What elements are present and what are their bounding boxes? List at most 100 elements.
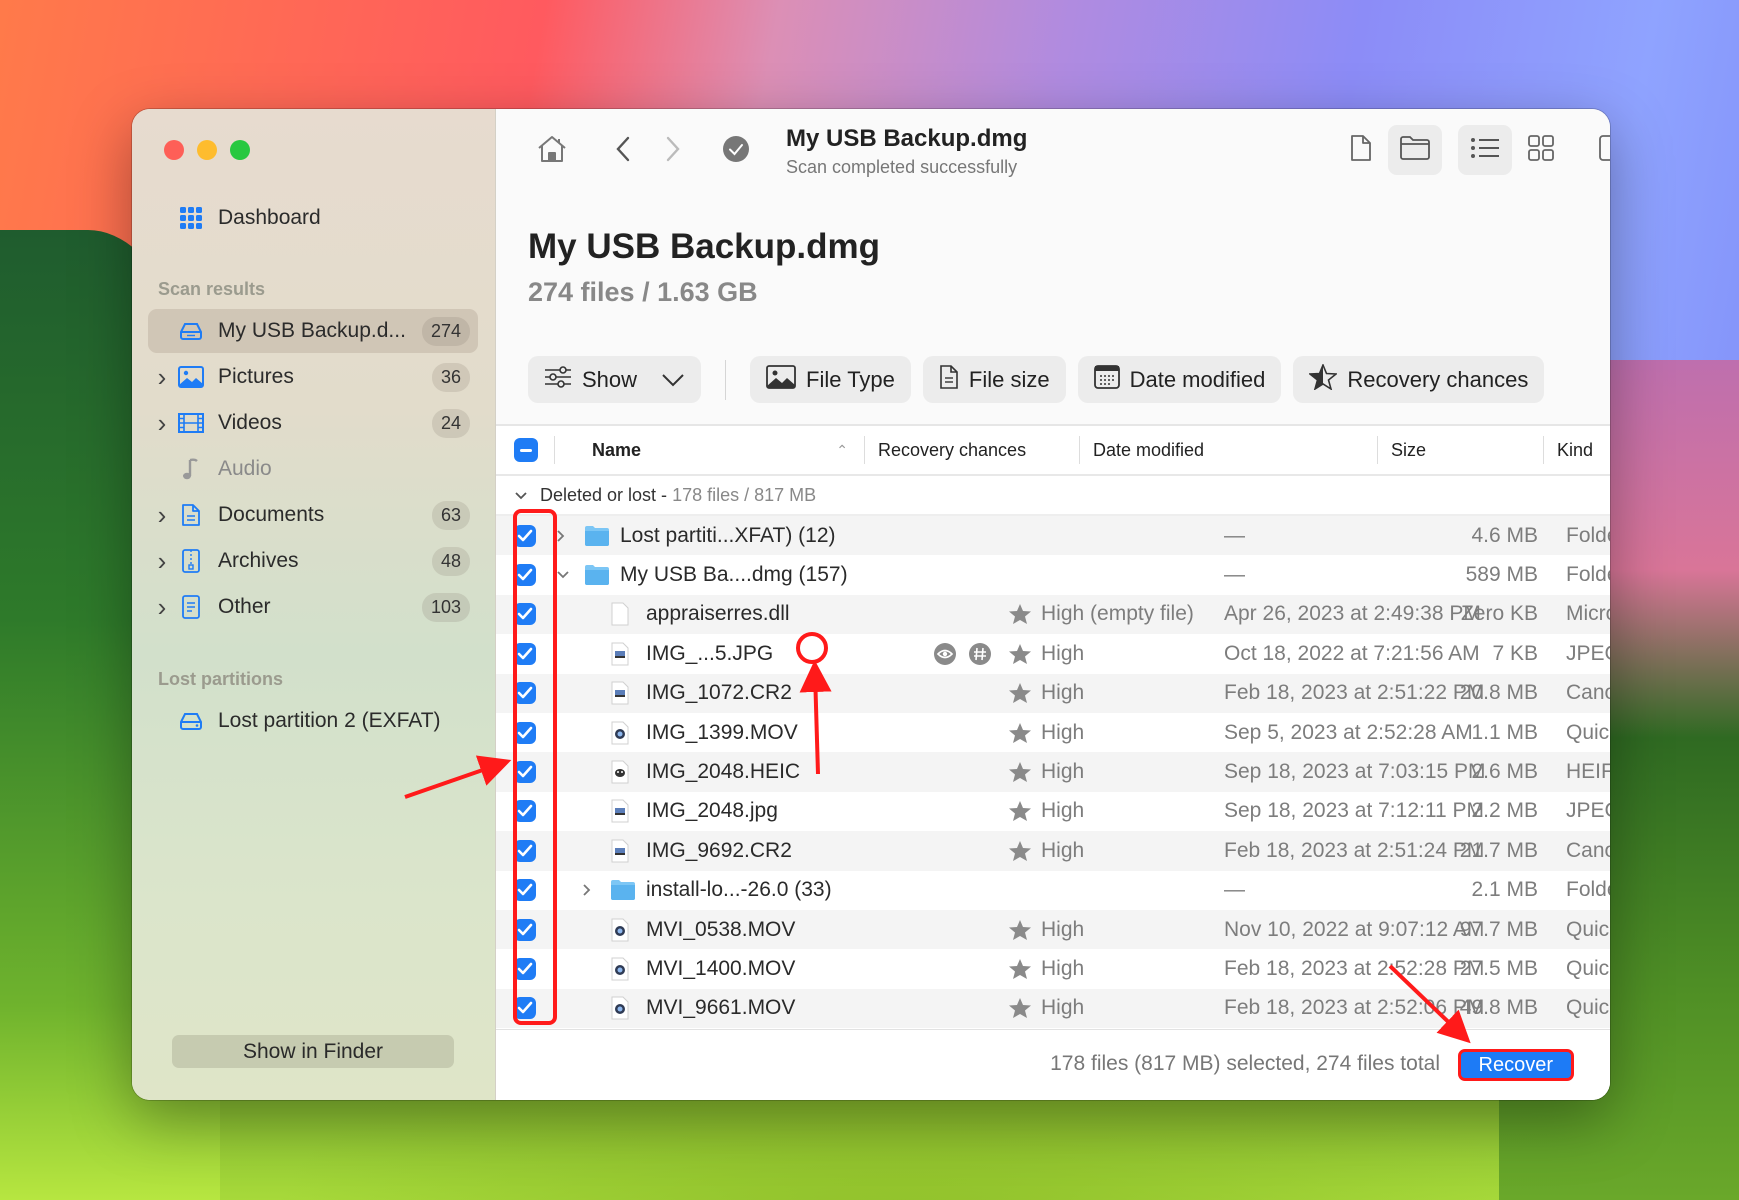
back-icon[interactable]	[608, 131, 638, 167]
row-checkbox[interactable]	[514, 871, 536, 910]
star-icon	[1008, 989, 1032, 1028]
folder-icon	[584, 555, 610, 594]
table-row[interactable]: My USB Ba....dmg (157) — 589 MB Folde	[496, 555, 1610, 594]
chevron-right-icon[interactable]: ›	[148, 546, 176, 577]
row-checkbox[interactable]	[514, 752, 536, 791]
row-checkbox[interactable]	[514, 910, 536, 949]
row-checkbox[interactable]	[514, 949, 536, 988]
file-kind: JPEG	[1566, 799, 1610, 823]
select-all-checkbox[interactable]	[514, 426, 538, 474]
table-row[interactable]: IMG_9692.CR2 High Feb 18, 2023 at 2:51:24 …	[496, 831, 1610, 871]
group-label: Deleted or lost -	[540, 484, 673, 505]
preview-eye-button[interactable]	[933, 634, 957, 673]
sidebar-item-pictures[interactable]: › Pictures 36	[148, 355, 478, 399]
file-kind: Quick	[1566, 720, 1610, 744]
column-header-size[interactable]: Size	[1377, 426, 1543, 474]
file-table: Name ⌃ Recovery chances Date modified Si…	[496, 424, 1610, 1030]
table-row[interactable]: Lost partiti...XFAT) (12) — 4.6 MB Folde	[496, 516, 1610, 556]
sidebar-item-my-usb-backup-d[interactable]: My USB Backup.d... 274	[148, 309, 478, 353]
recovery-chances-filter[interactable]: Recovery chances	[1293, 356, 1545, 403]
chevron-down-icon[interactable]	[556, 555, 570, 594]
table-row[interactable]: IMG_1399.MOV High Sep 5, 2023 at 2:52:28 A…	[496, 713, 1610, 752]
list-view-button[interactable]	[1458, 125, 1512, 175]
row-checkbox[interactable]	[514, 713, 536, 752]
sidebar-item-videos[interactable]: › Videos 24	[148, 401, 478, 445]
chevron-right-icon[interactable]	[582, 871, 592, 910]
sidebar-item-lost-partition[interactable]: Lost partition 2 (EXFAT)	[148, 699, 478, 743]
file-kind: Folde	[1566, 523, 1610, 547]
folder-icon	[610, 871, 636, 910]
music-note-icon	[176, 457, 206, 481]
drive-icon	[176, 709, 206, 733]
filter-divider	[725, 359, 727, 400]
date-modified-label: Date modified	[1129, 366, 1266, 392]
chevron-right-icon[interactable]: ›	[148, 362, 176, 393]
sort-ascending-icon: ⌃	[836, 441, 848, 458]
chevron-right-icon[interactable]: ›	[148, 592, 176, 623]
date-modified: Feb 18, 2023 at 2:52:06 PM	[1224, 996, 1485, 1020]
minimize-window-button[interactable]	[197, 140, 217, 160]
row-checkbox[interactable]	[514, 595, 536, 634]
file-kind: JPEG	[1566, 641, 1610, 665]
forward-icon[interactable]	[658, 131, 688, 167]
file-name: MVI_1400.MOV	[646, 956, 796, 980]
table-row[interactable]: IMG_1072.CR2 High Feb 18, 2023 at 2:51:22 …	[496, 673, 1610, 713]
column-header-kind[interactable]: Kind	[1543, 426, 1610, 474]
date-modified: Feb 18, 2023 at 2:51:24 PM	[1224, 838, 1485, 862]
table-row[interactable]: IMG_2048.HEIC High Sep 18, 2023 at 7:03:15…	[496, 752, 1610, 792]
table-row[interactable]: IMG_2048.jpg High Sep 18, 2023 at 7:12:11 …	[496, 792, 1610, 831]
row-checkbox[interactable]	[514, 989, 536, 1028]
file-type-filter[interactable]: File Type	[750, 356, 911, 403]
table-header: Name ⌃ Recovery chances Date modified Si…	[496, 426, 1610, 476]
show-in-finder-button[interactable]: Show in Finder	[172, 1035, 454, 1068]
group-header-deleted-or-lost[interactable]: Deleted or lost - 178 files / 817 MB	[496, 476, 1610, 516]
chevron-right-icon[interactable]: ›	[148, 408, 176, 439]
sidebar-item-label: Lost partition 2 (EXFAT)	[218, 709, 441, 732]
date-modified-filter[interactable]: Date modified	[1077, 356, 1282, 403]
chevron-right-icon[interactable]: ›	[148, 500, 176, 531]
table-row[interactable]: IMG_...5.JPG High Oct 18, 2022 at 7:21:56 …	[496, 634, 1610, 673]
table-row[interactable]: MVI_1400.MOV High Feb 18, 2023 at 2:52:28 …	[496, 949, 1610, 988]
file-kind: Folde	[1566, 878, 1610, 902]
page-subtitle: 274 files / 1.63 GB	[528, 277, 758, 307]
sidebar-item-documents[interactable]: › Documents 63	[148, 493, 478, 537]
chevron-down-icon	[661, 367, 685, 393]
folder-view-button[interactable]	[1388, 125, 1442, 175]
sidebar-item-other[interactable]: › Other 103	[148, 585, 478, 629]
zoom-window-button[interactable]	[230, 140, 250, 160]
sidebar-item-dashboard[interactable]: Dashboard	[148, 196, 478, 240]
home-icon[interactable]	[534, 131, 570, 167]
recover-button[interactable]: Recover	[1457, 1049, 1574, 1081]
other-file-icon	[176, 595, 206, 619]
table-row[interactable]: MVI_9661.MOV High Feb 18, 2023 at 2:52:06 …	[496, 988, 1610, 1029]
column-header-recovery-chances[interactable]: Recovery chances	[864, 426, 1079, 474]
row-checkbox[interactable]	[514, 634, 536, 673]
chevron-right-icon[interactable]	[556, 516, 566, 555]
column-header-name[interactable]: Name ⌃	[554, 426, 864, 474]
preview-panel-button[interactable]	[1588, 125, 1610, 175]
row-checkbox[interactable]	[514, 831, 536, 870]
hash-button[interactable]	[968, 634, 992, 673]
column-header-date-modified[interactable]: Date modified	[1079, 426, 1377, 474]
row-checkbox[interactable]	[514, 792, 536, 831]
file-kind: Micro	[1566, 602, 1610, 626]
close-window-button[interactable]	[164, 140, 184, 160]
file-kind: Folde	[1566, 563, 1610, 587]
lost-partitions-heading: Lost partitions	[158, 669, 283, 689]
row-checkbox[interactable]	[514, 516, 536, 555]
row-checkbox[interactable]	[514, 555, 536, 594]
table-row[interactable]: MVI_0538.MOV High Nov 10, 2022 at 9:07:12 …	[496, 909, 1610, 950]
sidebar-item-audio[interactable]: Audio	[148, 447, 478, 491]
date-modified: Sep 18, 2023 at 7:12:11 PM	[1224, 799, 1484, 823]
table-row[interactable]: appraiserres.dll High (empty file) Apr 26,…	[496, 594, 1610, 635]
grid-view-button[interactable]	[1514, 125, 1568, 175]
table-row[interactable]: install-lo...-26.0 (33) — 2.1 MB Folde	[496, 871, 1610, 910]
sidebar-item-archives[interactable]: › Archives 48	[148, 539, 478, 583]
show-filter-dropdown[interactable]: Show	[528, 356, 702, 403]
file-size: 7 KB	[1492, 641, 1538, 665]
file-name: IMG_...5.JPG	[646, 641, 774, 665]
file-size-filter[interactable]: File size	[922, 356, 1066, 403]
file-view-button[interactable]	[1334, 125, 1388, 175]
row-checkbox[interactable]	[514, 674, 536, 713]
sidebar-item-label: Other	[218, 595, 271, 618]
